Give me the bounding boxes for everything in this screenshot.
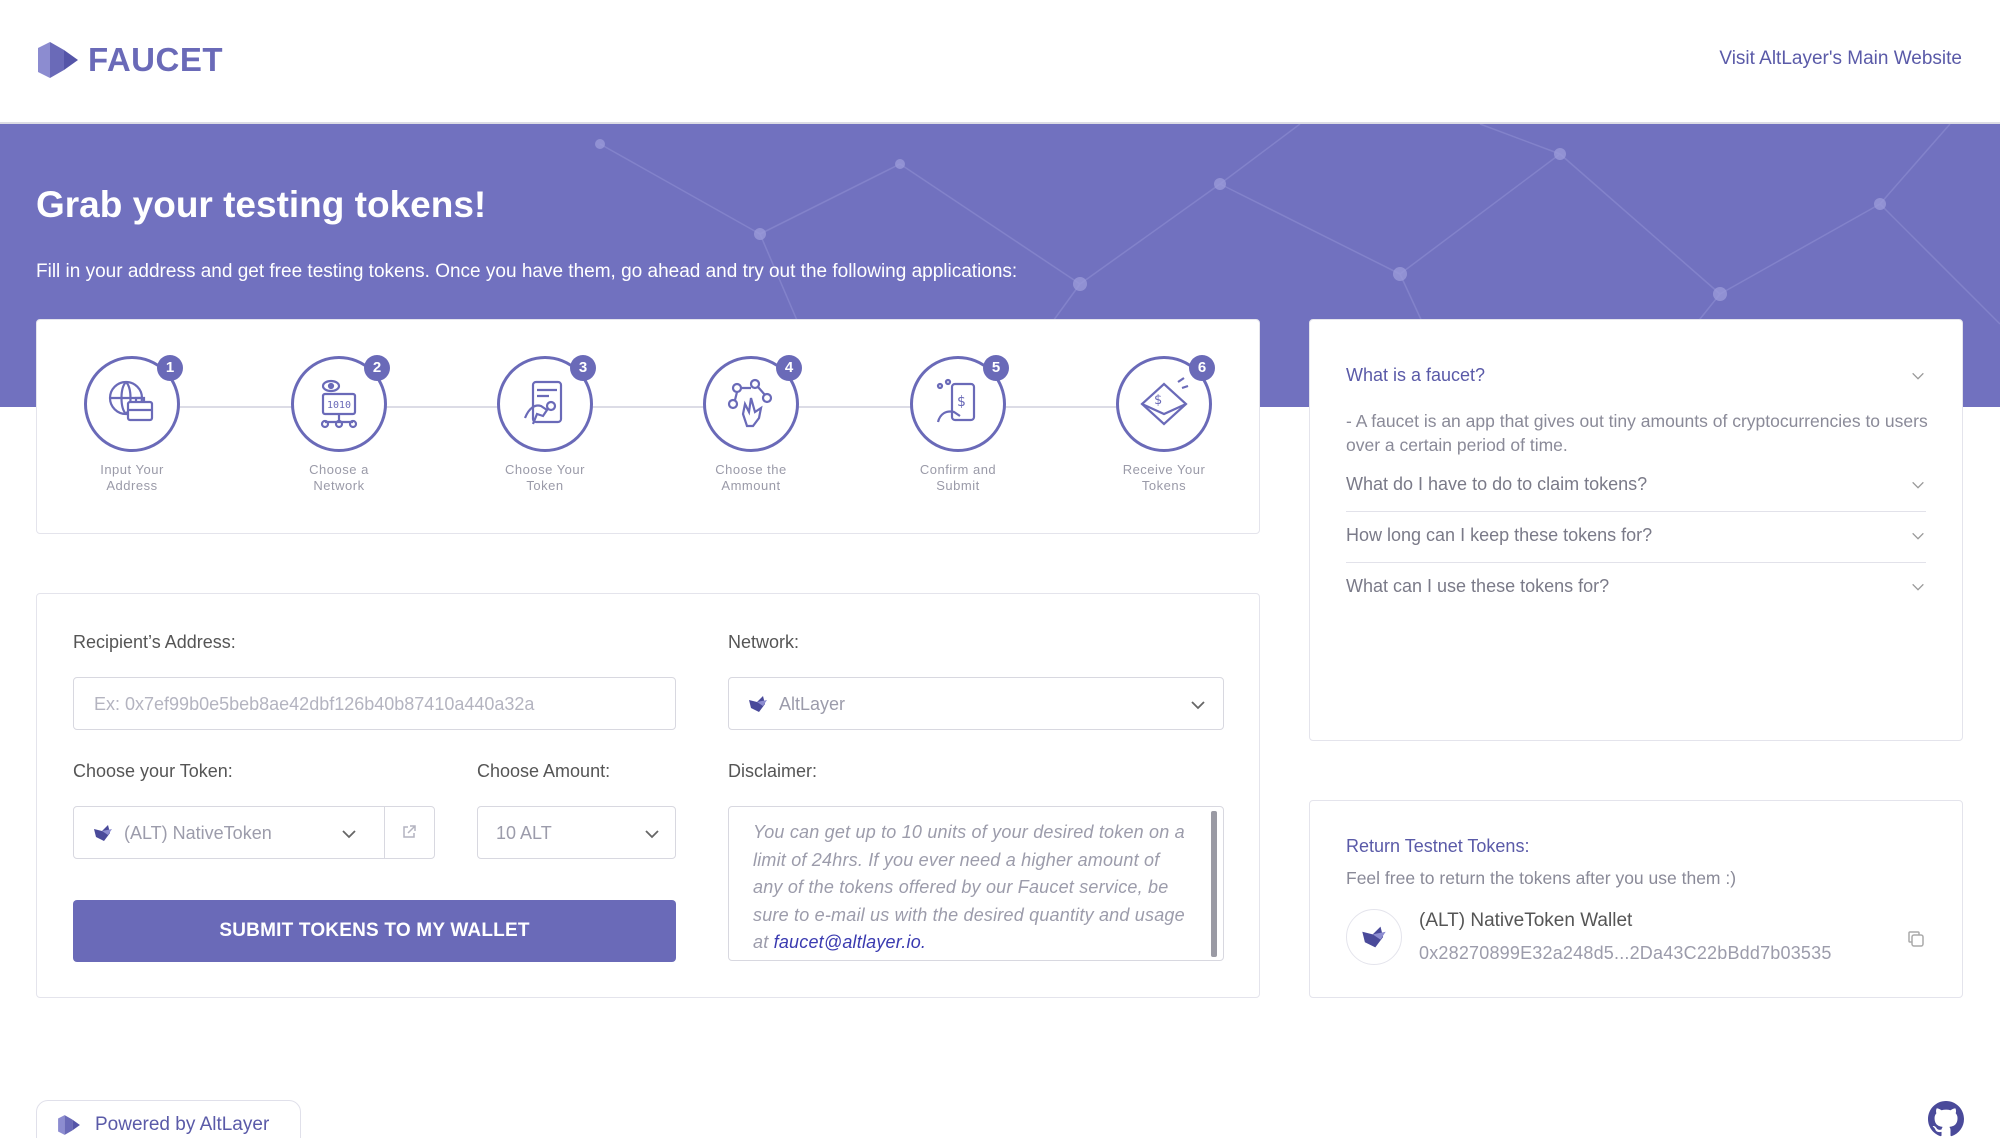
- main-website-link[interactable]: Visit AltLayer's Main Website: [1719, 48, 1962, 70]
- step-number: 3: [570, 355, 596, 381]
- chevron-down-icon: [645, 830, 659, 839]
- step-number: 5: [983, 355, 1009, 381]
- faq-item-use-tokens[interactable]: What can I use these tokens for?: [1346, 576, 1926, 597]
- step-5: $ 5 Confirm and Submit: [878, 355, 1038, 494]
- faq-divider: [1346, 562, 1926, 563]
- github-icon[interactable]: [1928, 1101, 1964, 1137]
- logo-text: FAUCET: [88, 41, 223, 78]
- wallet-address: 0x28270899E32a248d5...2Da43C22bBdd7b0353…: [1419, 943, 1832, 963]
- step-number: 2: [364, 355, 390, 381]
- token-label: Choose your Token:: [73, 761, 233, 781]
- faq-item-what-is-faucet[interactable]: What is a faucet?: [1346, 365, 1926, 386]
- token-external-link-button[interactable]: [384, 807, 434, 858]
- altlayer-bird-icon: [749, 696, 767, 712]
- faq-question: What can I use these tokens for?: [1346, 576, 1610, 596]
- faq-question: What is a faucet?: [1346, 365, 1486, 385]
- copy-icon[interactable]: [1906, 929, 1926, 949]
- chevron-down-icon: [1912, 481, 1924, 489]
- external-link-icon: [403, 825, 416, 838]
- altlayer-bird-icon: [1362, 926, 1386, 948]
- altlayer-logo-icon: [58, 1115, 80, 1135]
- altlayer-logo-icon: [38, 42, 78, 78]
- network-select[interactable]: AltLayer: [728, 677, 1224, 730]
- top-header: FAUCET Visit AltLayer's Main Website: [0, 0, 2000, 124]
- recipient-address-label: Recipient’s Address:: [73, 632, 236, 652]
- amount-value: 10 ALT: [496, 823, 552, 843]
- faq-item-claim-tokens[interactable]: What do I have to do to claim tokens?: [1346, 474, 1926, 495]
- chevron-down-icon: [1912, 583, 1924, 591]
- faq-item-keep-tokens[interactable]: How long can I keep these tokens for?: [1346, 525, 1926, 546]
- token-value: (ALT) NativeToken: [124, 823, 272, 843]
- step-2: 1010 2 Choose a Network: [259, 355, 419, 494]
- wallet-avatar: [1346, 909, 1402, 965]
- step-label: Choose a Network: [309, 462, 369, 493]
- disclaimer-scrollbar[interactable]: [1211, 811, 1217, 957]
- step-number: 1: [157, 355, 183, 381]
- step-label: Choose Your Token: [505, 462, 585, 493]
- amount-select[interactable]: 10 ALT: [477, 806, 676, 859]
- step-icon-circle: $ 5: [910, 355, 1009, 452]
- amount-label: Choose Amount:: [477, 761, 611, 781]
- return-tokens-title: Return Testnet Tokens:: [1346, 836, 1530, 856]
- faq-answer: - A faucet is an app that gives out tiny…: [1346, 411, 1928, 455]
- chevron-down-icon: [1912, 532, 1924, 540]
- faq-divider: [1346, 511, 1926, 512]
- return-tokens-subtitle: Feel free to return the tokens after you…: [1346, 868, 1737, 888]
- step-icon-circle: 4: [703, 355, 802, 452]
- submit-tokens-button[interactable]: SUBMIT TOKENS TO MY WALLET: [73, 900, 676, 962]
- token-select[interactable]: (ALT) NativeToken: [73, 806, 435, 859]
- disclaimer-text: You can get up to 10 units of your desir…: [753, 819, 1193, 957]
- network-label: Network:: [728, 632, 800, 652]
- token-tablet-icon: [523, 380, 563, 425]
- network-chip-icon: 1010: [320, 379, 358, 429]
- svg-text:$: $: [1154, 393, 1162, 408]
- altlayer-bird-icon: [94, 825, 112, 841]
- disclaimer-box[interactable]: You can get up to 10 units of your desir…: [728, 806, 1224, 961]
- chevron-down-icon: [1191, 701, 1205, 710]
- receive-envelope-icon: $: [1140, 377, 1189, 426]
- step-icon-circle: $ 6: [1116, 355, 1215, 452]
- step-3: 3 Choose Your Token: [465, 355, 625, 494]
- hero-title: Grab your testing tokens!: [36, 184, 487, 225]
- amount-hand-icon: [727, 378, 773, 428]
- svg-text:$: $: [957, 394, 966, 410]
- faq-question: How long can I keep these tokens for?: [1346, 525, 1653, 545]
- faq-question: What do I have to do to claim tokens?: [1346, 474, 1648, 494]
- step-icon-circle: 1010 2: [291, 355, 390, 452]
- step-number: 6: [1189, 355, 1215, 381]
- network-value: AltLayer: [779, 694, 846, 714]
- chevron-down-icon: [342, 830, 356, 839]
- powered-by-badge[interactable]: Powered by AltLayer: [36, 1100, 301, 1138]
- step-4: 4 Choose the Ammount: [671, 355, 831, 494]
- disclaimer-label: Disclaimer:: [728, 761, 818, 781]
- recipient-address-input[interactable]: Ex: 0x7ef99b0e5beb8ae42dbf126b40b87410a4…: [73, 677, 676, 730]
- confirm-phone-icon: $: [936, 378, 976, 423]
- faucet-logo[interactable]: FAUCET: [36, 40, 223, 80]
- wallet-globe-icon: [108, 380, 154, 422]
- faq-card: What is a faucet? - A faucet is an app t…: [1309, 319, 1963, 741]
- step-icon-circle: 1: [84, 355, 183, 452]
- return-tokens-card: Return Testnet Tokens: Feel free to retu…: [1309, 800, 1963, 998]
- step-icon-circle: 3: [497, 355, 596, 452]
- chevron-down-icon: [1912, 372, 1924, 380]
- step-label: Confirm and Submit: [919, 462, 997, 493]
- step-label: Input Your Address: [100, 462, 164, 493]
- hero-subtitle: Fill in your address and get free testin…: [36, 261, 1018, 282]
- step-1: 1 Input Your Address: [52, 355, 212, 494]
- step-6: $ 6 Receive Your Tokens: [1084, 355, 1244, 494]
- wallet-name: (ALT) NativeToken Wallet: [1419, 910, 1633, 931]
- step-label: Receive Your Tokens: [1122, 462, 1206, 493]
- token-request-form: Recipient’s Address: Ex: 0x7ef99b0e5beb8…: [36, 593, 1260, 998]
- powered-by-text: Powered by AltLayer: [95, 1114, 270, 1135]
- step-number: 4: [776, 355, 802, 381]
- disclaimer-email-link[interactable]: faucet@altlayer.io.: [774, 932, 926, 952]
- svg-text:1010: 1010: [327, 400, 351, 411]
- steps-card: 1 Input Your Address 1010 2 Choose a Net…: [36, 319, 1260, 534]
- step-label: Choose the Ammount: [715, 462, 787, 493]
- recipient-address-placeholder: Ex: 0x7ef99b0e5beb8ae42dbf126b40b87410a4…: [94, 694, 535, 714]
